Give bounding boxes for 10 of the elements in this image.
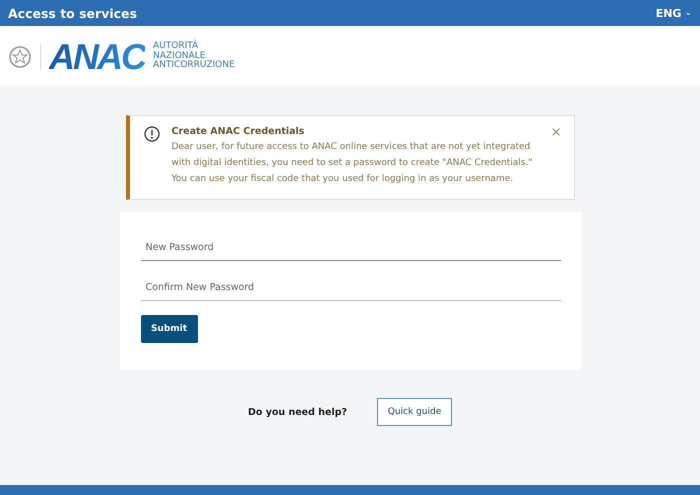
alert-message: Dear user, for future access to ANAC online services that are not yet integrated with digital identities, you need to set a password to create "ANAC Credentials." You can use your fiscal code that you used for logging in as your username.: [172, 141, 534, 186]
emblem-icon: [8, 44, 32, 68]
language-selector[interactable]: ENG ⌄: [656, 6, 692, 20]
quick-guide-button[interactable]: Quick guide: [377, 398, 452, 426]
help-question: Do you need help?: [248, 406, 348, 418]
warning-icon: [144, 126, 160, 142]
app-title: Access to services: [8, 6, 137, 20]
logo-tagline: AUTORITÀ NAZIONALE ANTICORRUZIONE: [153, 42, 235, 72]
alert-title: Create ANAC Credentials: [172, 126, 306, 137]
submit-button[interactable]: Submit: [140, 315, 198, 343]
